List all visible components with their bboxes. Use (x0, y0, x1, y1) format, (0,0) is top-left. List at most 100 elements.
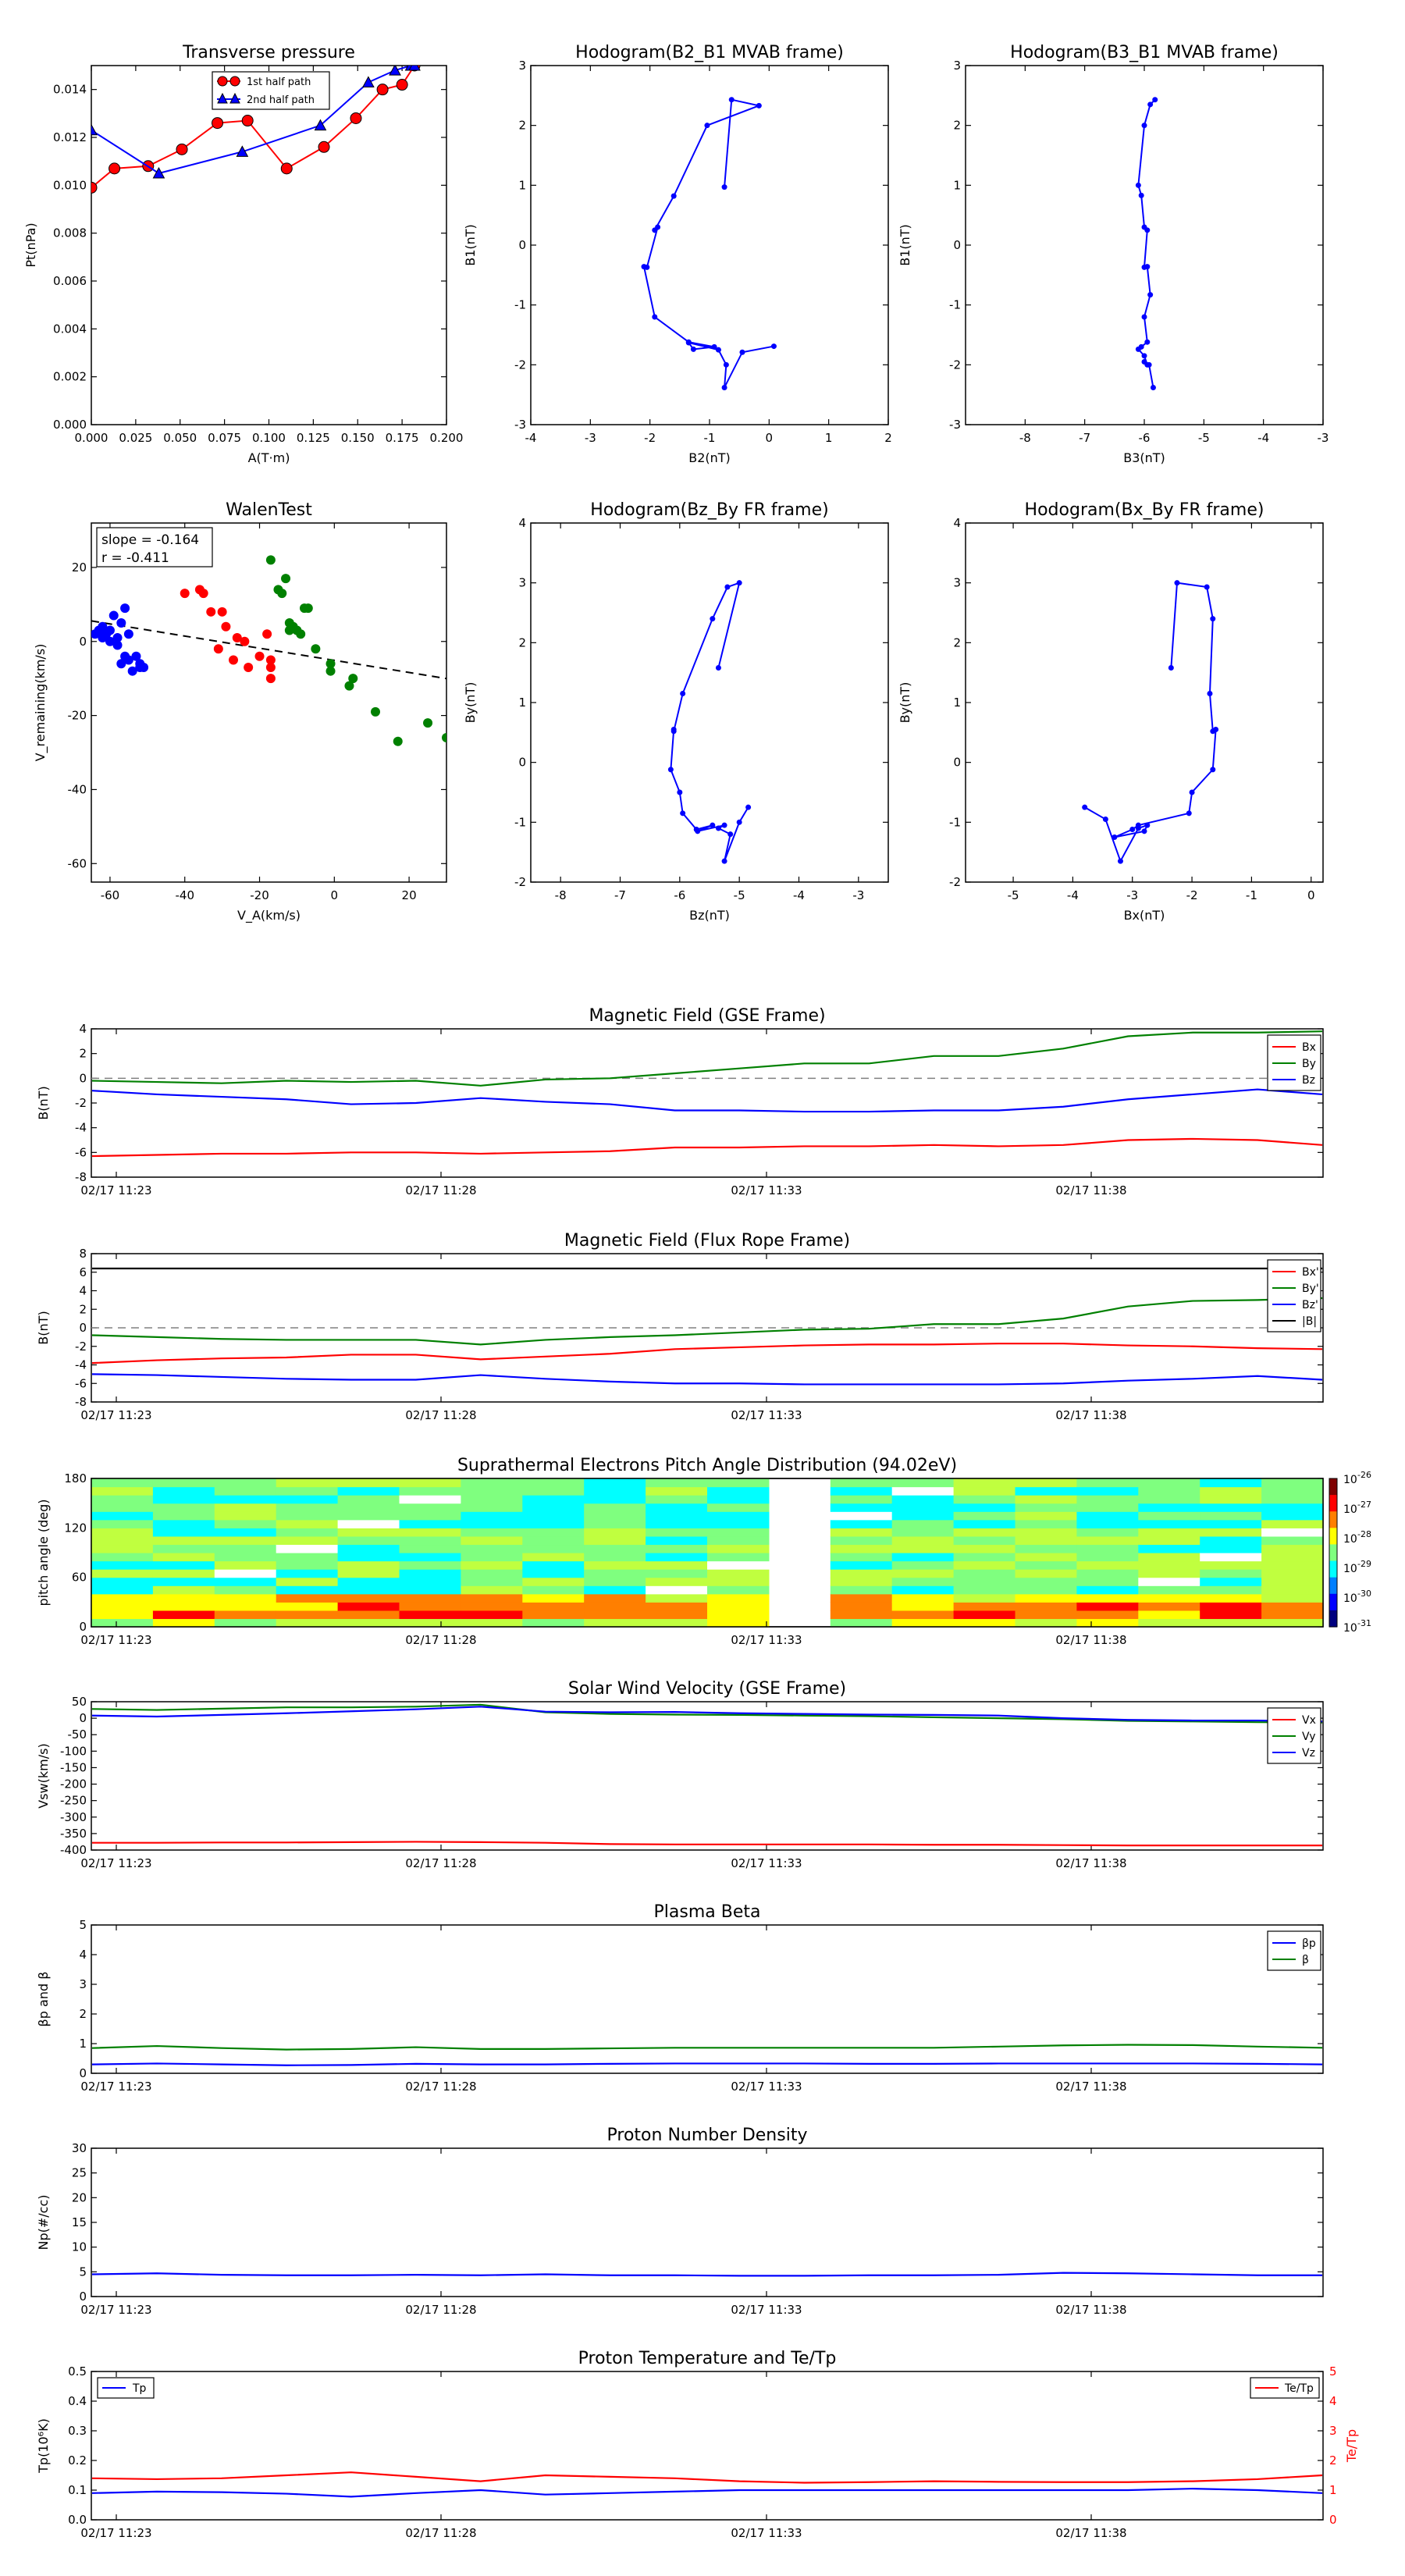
heatmap-cell (276, 1593, 339, 1603)
heatmap-cell (399, 1553, 461, 1562)
heatmap-cell (1200, 1593, 1262, 1603)
heatmap-cell (1015, 1610, 1077, 1620)
heatmap-cell (91, 1511, 154, 1521)
heatmap-cell (337, 1593, 400, 1603)
heatmap-cell (707, 1503, 770, 1512)
y2-tick-label: 2 (1329, 2453, 1337, 2467)
heatmap-cell (1200, 1585, 1262, 1595)
heatmap-cell (1261, 1495, 1324, 1504)
time-tick-label: 02/17 11:33 (731, 2526, 802, 2540)
heatmap-cell (276, 1569, 339, 1578)
heatmap-cell (707, 1478, 770, 1488)
colorbar-exponent: -26 (1357, 1470, 1371, 1480)
heatmap-cell (522, 1618, 585, 1628)
heatmap-cell (891, 1528, 955, 1537)
y-tick-label: 0.002 (53, 370, 87, 384)
data-point (254, 651, 265, 661)
heatmap-cell (214, 1511, 277, 1521)
legend-label: Te/Tp (1284, 2382, 1314, 2395)
heatmap-cell (1200, 1553, 1262, 1562)
heatmap-cell (214, 1544, 277, 1553)
time-tick-label: 02/17 11:33 (731, 1856, 802, 1870)
heatmap-cell (646, 1560, 708, 1570)
heatmap-cell (399, 1593, 461, 1603)
data-point (1144, 227, 1151, 233)
y-axis-label: B(nT) (36, 1311, 51, 1344)
data-point (1147, 292, 1154, 298)
x-axis-label: A(T·m) (248, 450, 290, 465)
data-point (1152, 97, 1158, 103)
data-point (715, 825, 721, 831)
heatmap-cell (214, 1560, 277, 1570)
heatmap-cell (91, 1528, 154, 1537)
time-tick-label: 02/17 11:28 (405, 1856, 476, 1870)
data-point (723, 361, 729, 368)
colorbar-exponent: -28 (1357, 1529, 1371, 1539)
heatmap-cell (399, 1495, 461, 1504)
heatmap-cell (707, 1569, 770, 1578)
x-axis-label: Bz(nT) (689, 908, 730, 923)
heatmap-cell (830, 1553, 893, 1562)
y2-tick-label: 1 (1329, 2483, 1337, 2497)
data-point (680, 691, 686, 696)
x-tick-label: -60 (101, 888, 120, 902)
heatmap-cell (707, 1585, 770, 1595)
heatmap-cell (953, 1610, 1016, 1620)
heatmap-cell (953, 1544, 1016, 1553)
heatmap-cell (276, 1519, 339, 1528)
colorbar-band (1329, 1511, 1337, 1528)
heatmap-cell (337, 1618, 400, 1628)
y-tick-label: -4 (75, 1121, 87, 1135)
y-tick-label: 180 (64, 1471, 87, 1485)
legend-label: By' (1302, 1283, 1319, 1295)
y-tick-label: -4 (75, 1358, 87, 1372)
y-tick-label: 0 (79, 1620, 87, 1634)
data-point (1210, 767, 1216, 773)
heatmap-cell (584, 1553, 646, 1562)
heatmap-cell (1076, 1535, 1139, 1546)
time-tick-label: 02/17 11:28 (405, 1183, 476, 1197)
heatmap-cell (214, 1602, 277, 1611)
data-point (670, 727, 677, 732)
chart-title: Hodogram(B3_B1 MVAB frame) (1010, 43, 1279, 62)
x-tick-label: -3 (1318, 431, 1329, 445)
heatmap-cell (399, 1560, 461, 1570)
heatmap-cell (891, 1544, 955, 1553)
heatmap-cell (646, 1486, 708, 1496)
heatmap-cell (461, 1486, 523, 1496)
y-axis-label: B1(nT) (463, 224, 478, 266)
x-tick-label: 0.050 (163, 431, 197, 445)
heatmap-cell (1076, 1511, 1139, 1521)
y-tick-label: -300 (60, 1810, 87, 1824)
data-point (685, 340, 692, 346)
heatmap-cell (1200, 1495, 1262, 1504)
heatmap-cell (1200, 1544, 1262, 1553)
heatmap-cell (1015, 1569, 1077, 1578)
heatmap-cell (1200, 1618, 1262, 1628)
x-tick-label: 2 (884, 431, 892, 445)
heatmap-cell (953, 1528, 1016, 1537)
y-tick-label: -2 (514, 875, 526, 889)
heatmap-cell (91, 1610, 154, 1620)
heatmap-cell (1076, 1486, 1139, 1496)
heatmap-cell (646, 1535, 708, 1546)
heatmap-cell (891, 1602, 955, 1611)
heatmap-cell (337, 1478, 400, 1488)
heatmap-cell (646, 1593, 708, 1603)
heatmap-cell (1076, 1519, 1139, 1528)
data-point (376, 84, 389, 96)
heatmap-cell (91, 1553, 154, 1562)
x-tick-label: -6 (674, 888, 685, 902)
y-tick-label: 0.004 (53, 322, 87, 336)
y-tick-label: 0 (79, 1321, 87, 1335)
heatmap-cell (891, 1577, 955, 1586)
heatmap-cell (830, 1478, 893, 1488)
y-tick-label: 30 (72, 2141, 87, 2155)
heatmap-cell (891, 1535, 955, 1546)
heatmap-cell (276, 1560, 339, 1570)
heatmap-cell (891, 1495, 955, 1504)
heatmap-cell (276, 1511, 339, 1521)
time-tick-label: 02/17 11:28 (405, 1633, 476, 1647)
heatmap-cell (891, 1486, 955, 1496)
y-tick-label: -20 (68, 709, 87, 723)
